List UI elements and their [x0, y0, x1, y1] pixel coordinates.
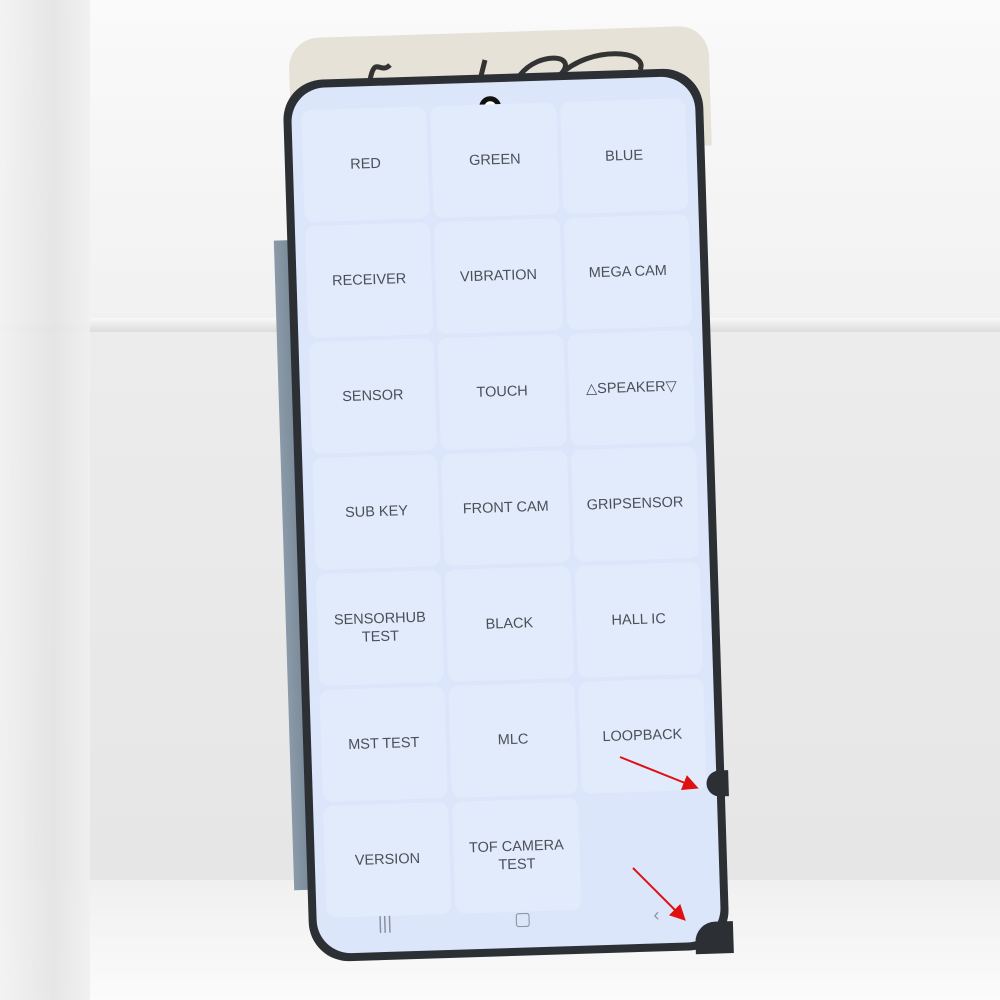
test-tile[interactable]: TOUCH: [437, 334, 567, 451]
home-icon[interactable]: ▢: [514, 908, 532, 930]
test-tile[interactable]: BLACK: [445, 566, 574, 682]
test-tile[interactable]: △SPEAKER▽: [567, 330, 696, 446]
recents-icon[interactable]: |||: [378, 912, 393, 933]
test-tile[interactable]: TOF CAMERA TEST: [452, 797, 582, 914]
test-tile[interactable]: SENSOR: [308, 338, 438, 455]
test-tile[interactable]: MLC: [448, 681, 578, 798]
bubble-wrap: [0, 0, 90, 1000]
test-tile[interactable]: RED: [301, 106, 430, 223]
test-tile[interactable]: GRIPSENSOR: [570, 446, 700, 562]
screen-defect-notch: [706, 770, 729, 797]
test-tile[interactable]: MEGA CAM: [563, 214, 693, 330]
test-tile[interactable]: VIBRATION: [434, 218, 563, 335]
test-tile[interactable]: MST TEST: [319, 686, 449, 802]
test-tile[interactable]: SUB KEY: [312, 454, 441, 571]
screen: RED GREEN BLUE RECEIVER VIBRATION MEGA CAM SEN…: [290, 75, 722, 955]
test-tile[interactable]: VERSION: [323, 801, 452, 918]
test-tile[interactable]: LOOPBACK: [577, 677, 707, 794]
phone: RED GREEN BLUE RECEIVER VIBRATION MEGA CAM SEN…: [282, 67, 734, 963]
test-tile[interactable]: [582, 794, 711, 910]
back-icon[interactable]: ‹: [653, 904, 660, 925]
test-tile[interactable]: BLUE: [559, 98, 689, 215]
test-tile[interactable]: SENSORHUB TEST: [315, 570, 445, 686]
test-tile[interactable]: GREEN: [430, 102, 560, 219]
test-tile[interactable]: HALL IC: [574, 561, 704, 678]
test-tile[interactable]: RECEIVER: [304, 222, 434, 339]
test-menu-grid: RED GREEN BLUE RECEIVER VIBRATION MEGA CAM SEN…: [301, 98, 710, 918]
test-tile[interactable]: FRONT CAM: [441, 450, 571, 566]
